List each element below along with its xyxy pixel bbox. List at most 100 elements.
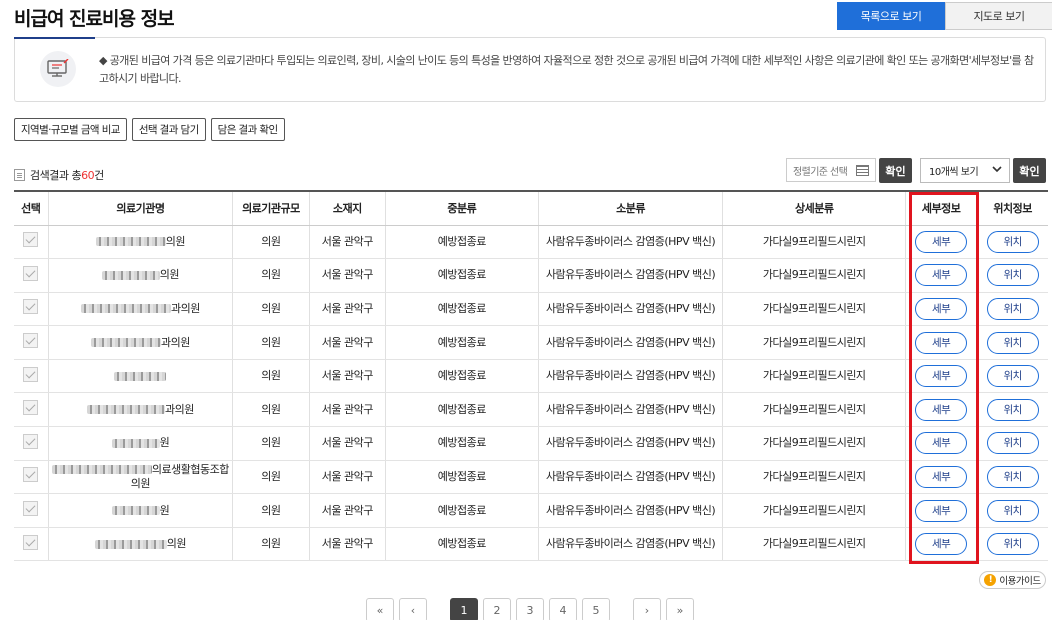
location-button[interactable]: 위치	[986, 297, 1039, 320]
row-checkbox[interactable]	[23, 501, 39, 517]
institution-size-cell: 의원	[232, 225, 310, 260]
table-row: 의원 의원 서울 관악구 예방접종료 사람유두종바이러스 감염증(HPV 백신) 가다실9…	[14, 225, 1048, 260]
map-view-button[interactable]: 지도로 보기	[945, 2, 1052, 30]
detail-button[interactable]: 세부	[915, 297, 968, 320]
detail-category-cell: 가다실9프리필드시린지	[722, 225, 906, 260]
location-button[interactable]: 위치	[986, 533, 1039, 556]
action-row: 지역별·규모별 금액 비교 선택 결과 담기 담은 결과 확인	[14, 118, 285, 141]
page-button-2[interactable]: 2	[483, 598, 511, 620]
mid-category-cell: 예방접종료	[384, 460, 539, 495]
detail-button[interactable]: 세부	[915, 465, 968, 488]
detail-category-cell: 가다실9프리필드시린지	[722, 359, 906, 394]
row-checkbox[interactable]	[23, 299, 39, 315]
row-checkbox[interactable]	[23, 232, 39, 248]
location-cell: 서울 관악구	[308, 426, 386, 461]
detail-category-cell: 가다실9프리필드시린지	[722, 460, 906, 495]
next-page-button[interactable]: ›	[633, 598, 661, 620]
list-icon	[856, 165, 869, 176]
redacted-name	[95, 237, 166, 247]
location-info-cell: 위치	[976, 225, 1048, 260]
detail-button[interactable]: 세부	[915, 264, 968, 287]
location-button[interactable]: 위치	[986, 499, 1039, 522]
last-page-button[interactable]: »	[666, 598, 694, 620]
redacted-name	[94, 539, 167, 549]
list-view-button[interactable]: 목록으로 보기	[837, 2, 945, 30]
row-checkbox[interactable]	[23, 265, 39, 281]
row-checkbox[interactable]	[23, 467, 39, 483]
small-category-cell: 사람유두종바이러스 감염증(HPV 백신)	[537, 392, 723, 428]
row-select-cell	[14, 392, 49, 428]
institution-size-cell: 의원	[232, 426, 310, 461]
location-button[interactable]: 위치	[986, 465, 1039, 488]
table-row: 원 의원 서울 관악구 예방접종료 사람유두종바이러스 감염증(HPV 백신) 가다실9프…	[14, 493, 1048, 528]
row-checkbox[interactable]	[23, 333, 39, 349]
perpage-confirm-button[interactable]: 확인	[1013, 158, 1046, 183]
col-header-name: 의료기관명	[47, 190, 233, 226]
row-checkbox[interactable]	[23, 534, 39, 550]
redacted-name	[80, 304, 171, 314]
institution-name-suffix: 의원	[159, 268, 180, 282]
institution-name-suffix: 과의원	[160, 335, 190, 349]
institution-name-suffix: 원	[159, 503, 170, 517]
location-button[interactable]: 위치	[986, 365, 1039, 388]
detail-button[interactable]: 세부	[915, 331, 968, 354]
monitor-icon	[40, 51, 76, 87]
usage-guide-label: 이용가이드	[999, 576, 1041, 587]
detail-info-cell: 세부	[905, 460, 977, 495]
sort-select[interactable]: 정렬기준 선택	[786, 158, 876, 182]
row-checkbox[interactable]	[23, 366, 39, 382]
page-button-1[interactable]: 1	[450, 598, 478, 620]
chevron-down-icon	[991, 163, 1003, 178]
row-select-cell	[14, 527, 49, 562]
location-info-cell: 위치	[976, 493, 1048, 528]
location-button[interactable]: 위치	[986, 398, 1039, 421]
detail-button[interactable]: 세부	[915, 398, 968, 421]
result-prefix: 검색결과 총	[30, 169, 82, 182]
first-page-button[interactable]: «	[366, 598, 394, 620]
page-button-4[interactable]: 4	[549, 598, 577, 620]
save-selection-button[interactable]: 선택 결과 담기	[131, 118, 206, 141]
location-info-cell: 위치	[976, 527, 1048, 562]
page-button-3[interactable]: 3	[516, 598, 544, 620]
detail-button[interactable]: 세부	[915, 533, 968, 556]
redacted-name	[111, 438, 160, 448]
table-row: 과의원 의원 서울 관악구 예방접종료 사람유두종바이러스 감염증(HPV 백신) 가다실…	[14, 325, 1048, 360]
row-checkbox[interactable]	[23, 433, 39, 449]
detail-category-cell: 가다실9프리필드시린지	[722, 527, 906, 562]
sort-confirm-button[interactable]: 확인	[879, 158, 912, 183]
detail-category-cell: 가다실9프리필드시린지	[722, 292, 906, 327]
result-count: 검색결과 총60건	[14, 167, 104, 183]
detail-button[interactable]: 세부	[915, 432, 968, 455]
small-category-cell: 사람유두종바이러스 감염증(HPV 백신)	[537, 325, 723, 360]
notice-box: ◆ 공개된 비급여 가격 등은 의료기관마다 투입되는 의료인력, 장비, 시술…	[14, 37, 1046, 102]
location-info-cell: 위치	[976, 258, 1048, 293]
location-button[interactable]: 위치	[986, 264, 1039, 287]
col-header-small-category: 소분류	[537, 190, 723, 226]
row-select-cell	[14, 359, 49, 394]
small-category-cell: 사람유두종바이러스 감염증(HPV 백신)	[537, 225, 723, 260]
detail-button[interactable]: 세부	[915, 365, 968, 388]
location-button[interactable]: 위치	[986, 331, 1039, 354]
detail-category-cell: 가다실9프리필드시린지	[722, 493, 906, 528]
detail-info-cell: 세부	[905, 359, 977, 394]
detail-button[interactable]: 세부	[915, 499, 968, 522]
check-saved-button[interactable]: 담은 결과 확인	[210, 118, 285, 141]
institution-size-cell: 의원	[232, 527, 310, 562]
usage-guide-button[interactable]: ! 이용가이드	[979, 571, 1046, 589]
col-header-location-info: 위치정보	[976, 190, 1048, 226]
document-icon	[14, 169, 25, 181]
result-suffix: 건	[94, 169, 104, 182]
institution-name-suffix: 원	[159, 436, 170, 450]
compare-button[interactable]: 지역별·규모별 금액 비교	[14, 118, 127, 141]
detail-info-cell: 세부	[905, 225, 977, 260]
mid-category-cell: 예방접종료	[384, 359, 539, 394]
prev-page-button[interactable]: ‹	[399, 598, 427, 620]
page-button-5[interactable]: 5	[582, 598, 610, 620]
detail-button[interactable]: 세부	[915, 230, 968, 253]
row-checkbox[interactable]	[23, 400, 39, 416]
institution-name-cell: 원	[47, 493, 233, 528]
perpage-select[interactable]: 10개씩 보기	[920, 158, 1010, 183]
location-button[interactable]: 위치	[986, 230, 1039, 253]
small-category-cell: 사람유두종바이러스 감염증(HPV 백신)	[537, 527, 723, 562]
location-button[interactable]: 위치	[986, 432, 1039, 455]
